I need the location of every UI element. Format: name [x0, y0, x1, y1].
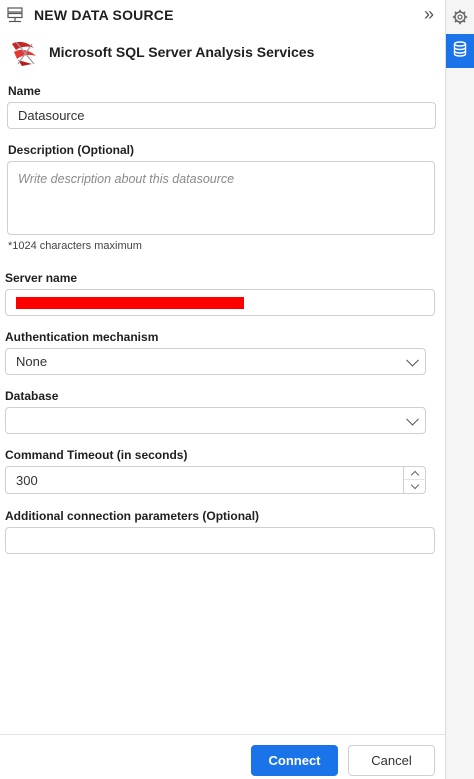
settings-tab[interactable] [446, 2, 474, 36]
name-label: Name [8, 84, 41, 98]
cancel-button[interactable]: Cancel [348, 745, 435, 776]
description-hint: *1024 characters maximum [8, 240, 142, 252]
authentication-select[interactable]: None [5, 348, 426, 375]
server-icon [6, 6, 24, 24]
connection-params-input[interactable] [5, 527, 435, 554]
server-name-input[interactable] [5, 289, 435, 316]
command-timeout-stepper[interactable]: 300 [5, 466, 426, 494]
description-placeholder: Write description about this datasource [18, 172, 235, 186]
description-label: Description (Optional) [8, 143, 134, 157]
data-source-panel: NEW DATA SOURCE » Microsoft SQL Server A… [0, 0, 446, 779]
database-icon [453, 40, 467, 62]
name-input[interactable]: Datasource [7, 102, 436, 129]
authentication-value: None [16, 354, 48, 369]
data-source-type-name: Microsoft SQL Server Analysis Services [49, 44, 315, 60]
gear-icon [452, 9, 468, 30]
footer-divider [0, 734, 446, 735]
connection-params-label: Additional connection parameters (Option… [5, 509, 260, 523]
chevron-down-icon [406, 412, 419, 426]
stepper-controls [403, 467, 426, 493]
sql-server-icon [8, 38, 42, 68]
side-rail [446, 0, 474, 779]
connect-button[interactable]: Connect [251, 745, 338, 776]
name-input-value: Datasource [18, 108, 85, 123]
data-source-tab[interactable] [446, 34, 474, 68]
command-timeout-value: 300 [16, 472, 38, 488]
database-label: Database [5, 389, 59, 403]
decrement-button[interactable] [404, 480, 426, 493]
increment-button[interactable] [404, 467, 426, 480]
redaction-bar [16, 297, 244, 309]
chevron-down-icon [406, 353, 419, 367]
command-timeout-label: Command Timeout (in seconds) [5, 448, 188, 462]
collapse-panel-button[interactable]: » [419, 5, 439, 25]
panel-header: NEW DATA SOURCE » [0, 0, 446, 30]
server-name-label: Server name [5, 271, 78, 285]
chevron-down-icon [410, 480, 420, 490]
authentication-label: Authentication mechanism [5, 330, 159, 344]
description-textarea[interactable]: Write description about this datasource [7, 161, 435, 235]
data-source-type: Microsoft SQL Server Analysis Services [8, 38, 428, 68]
database-select[interactable] [5, 407, 426, 434]
chevron-up-icon [410, 470, 420, 479]
panel-title: NEW DATA SOURCE [34, 7, 174, 23]
